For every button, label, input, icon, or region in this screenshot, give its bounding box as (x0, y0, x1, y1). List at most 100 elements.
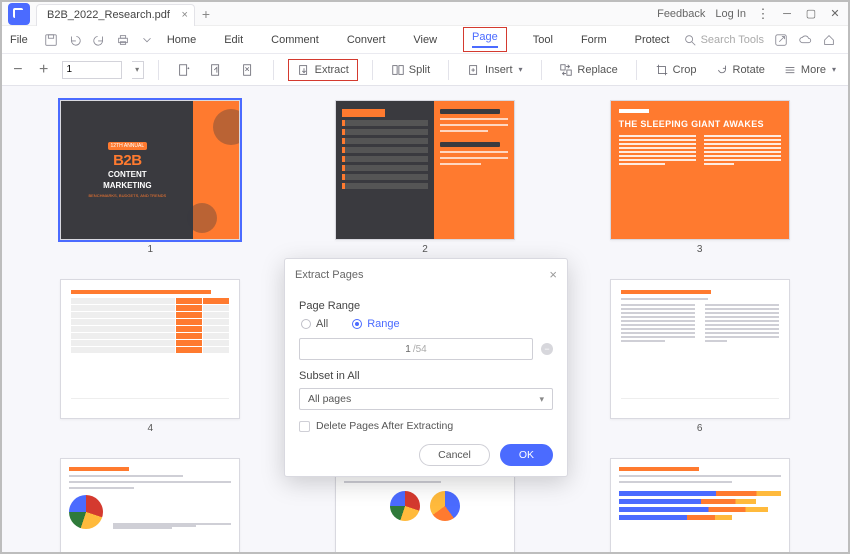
delete-after-label: Delete Pages After Extracting (316, 420, 453, 432)
page-toolbar: − + ▾ Extract Split Insert Replace (2, 54, 848, 86)
dialog-titlebar: Extract Pages × (285, 259, 567, 290)
login-link[interactable]: Log In (715, 8, 746, 20)
more-label: More (801, 64, 826, 76)
menu-right: Search Tools (683, 33, 840, 47)
insert-blank-icon[interactable] (173, 60, 195, 80)
thumb-foot: BENCHMARKS, BUDGETS, AND TRENDS (88, 193, 166, 198)
separator (158, 60, 159, 80)
thumbnail-label: 4 (148, 423, 154, 434)
range-row: 1 /54 − (299, 338, 553, 360)
save-icon[interactable] (44, 33, 58, 47)
page-dropdown-icon[interactable]: ▾ (132, 61, 144, 79)
zoom-in-button[interactable]: + (36, 61, 52, 79)
maximize-icon[interactable]: ▢ (804, 7, 818, 21)
insert-from-file-icon[interactable] (205, 60, 227, 80)
chevron-down-icon: ▾ (539, 394, 544, 405)
print-icon[interactable] (116, 33, 130, 47)
minimize-icon[interactable]: ─ (780, 7, 794, 21)
thumbnail-preview (610, 458, 790, 552)
thumbnail-preview (610, 279, 790, 419)
separator (448, 60, 449, 80)
radio-label: All (316, 318, 328, 330)
kebab-menu-icon[interactable] (756, 7, 770, 21)
split-button[interactable]: Split (387, 60, 434, 80)
page-number-input[interactable] (62, 61, 122, 79)
extract-label: Extract (315, 64, 349, 76)
new-tab-button[interactable]: + (195, 6, 217, 22)
document-tab[interactable]: B2B_2022_Research.pdf × (36, 4, 195, 26)
section-page-range: Page Range (299, 300, 553, 312)
range-input[interactable]: 1 /54 (299, 338, 533, 360)
menu-form[interactable]: Form (579, 30, 609, 50)
range-remove-icon[interactable]: − (541, 343, 553, 355)
search-placeholder: Search Tools (701, 34, 764, 46)
delete-after-row[interactable]: Delete Pages After Extracting (299, 420, 553, 432)
separator (636, 60, 637, 80)
ok-button[interactable]: OK (500, 444, 553, 466)
thumbnail-item[interactable]: 12TH ANNUAL B2B CONTENT MARKETING BENCHM… (60, 100, 240, 255)
home-icon[interactable] (822, 33, 836, 47)
dialog-close-icon[interactable]: × (549, 267, 557, 282)
thumbnail-item[interactable] (610, 458, 790, 552)
extract-pages-dialog: Extract Pages × Page Range All Range (284, 258, 568, 477)
zoom-out-button[interactable]: − (10, 61, 26, 79)
separator (273, 60, 274, 80)
tab-close-icon[interactable]: × (182, 9, 188, 21)
thumbnail-label: 2 (422, 244, 428, 255)
section-subset: Subset in All (299, 370, 553, 382)
menu-protect[interactable]: Protect (633, 30, 672, 50)
menu-edit[interactable]: Edit (222, 30, 245, 50)
thumbnail-preview: THE SLEEPING GIANT AWAKES (610, 100, 790, 240)
radio-label: Range (367, 318, 399, 330)
crop-button[interactable]: Crop (651, 60, 701, 80)
feedback-link[interactable]: Feedback (657, 8, 705, 20)
replace-button[interactable]: Replace (555, 60, 621, 80)
app-window: B2B_2022_Research.pdf × + Feedback Log I… (0, 0, 850, 554)
extract-button[interactable]: Extract (288, 59, 358, 81)
undo-icon[interactable] (68, 33, 82, 47)
file-menu[interactable]: File (10, 34, 28, 46)
thumbnail-item[interactable]: THE SLEEPING GIANT AWAKES 3 (610, 100, 790, 255)
cloud-icon[interactable] (798, 33, 812, 47)
thumbnail-preview (60, 279, 240, 419)
delete-page-icon[interactable] (237, 60, 259, 80)
insert-button[interactable]: Insert (463, 60, 527, 80)
menu-comment[interactable]: Comment (269, 30, 321, 50)
thumbnail-preview: 12TH ANNUAL B2B CONTENT MARKETING BENCHM… (60, 100, 240, 240)
thumbnail-item[interactable]: 2 (335, 100, 515, 255)
subset-value: All pages (308, 393, 351, 405)
search-tools[interactable]: Search Tools (683, 33, 764, 47)
menu-tool[interactable]: Tool (531, 30, 555, 50)
menu-convert[interactable]: Convert (345, 30, 388, 50)
separator (372, 60, 373, 80)
dialog-actions: Cancel OK (299, 444, 553, 466)
rotate-button[interactable]: Rotate (711, 60, 769, 80)
close-window-icon[interactable]: ✕ (828, 7, 842, 21)
cancel-button[interactable]: Cancel (419, 444, 490, 466)
thumbnail-label: 1 (148, 244, 154, 255)
thumbnail-preview (60, 458, 240, 552)
thumbnail-item[interactable]: 6 (610, 279, 790, 434)
menu-bar: File Home Edit Comment Convert View Page… (2, 26, 848, 54)
qa-dropdown-icon[interactable] (140, 33, 154, 47)
radio-range[interactable]: Range (352, 318, 399, 330)
split-label: Split (409, 64, 430, 76)
radio-all[interactable]: All (301, 318, 328, 330)
thumbnail-panel: 12TH ANNUAL B2B CONTENT MARKETING BENCHM… (2, 86, 848, 552)
thumbnail-item[interactable] (60, 458, 240, 552)
replace-label: Replace (577, 64, 617, 76)
radio-icon (301, 319, 311, 329)
thumbnail-item[interactable]: 4 (60, 279, 240, 434)
menu-home[interactable]: Home (165, 30, 198, 50)
menu-view[interactable]: View (411, 30, 439, 50)
share-icon[interactable] (774, 33, 788, 47)
subset-select[interactable]: All pages ▾ (299, 388, 553, 410)
app-logo (8, 3, 30, 25)
menu-left: File (10, 33, 154, 47)
redo-icon[interactable] (92, 33, 106, 47)
more-button[interactable]: More (779, 60, 840, 80)
checkbox-icon (299, 421, 310, 432)
main-menu: Home Edit Comment Convert View Page Tool… (165, 27, 672, 52)
menu-page[interactable]: Page (463, 27, 507, 52)
thumb-sub: MARKETING (103, 182, 151, 190)
